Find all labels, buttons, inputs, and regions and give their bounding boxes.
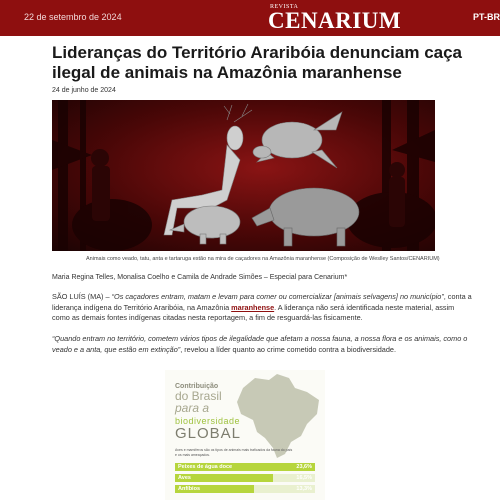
infographic-title-line: para a [175, 401, 210, 415]
site-logo[interactable]: REVISTA CENARIUM [268, 4, 401, 32]
article-paragraph-2: “Quando entram no território, cometem vá… [52, 334, 472, 355]
image-caption: Animais como veado, tatu, anta e tartaru… [86, 256, 440, 262]
article-hero-image [52, 100, 435, 251]
article-title: Lideranças do Território Araribóia denun… [52, 43, 463, 82]
infographic-bar-label: Anfíbios [178, 486, 200, 492]
infographic-bar-value: 13,3% [296, 486, 312, 492]
header-date: 22 de setembro de 2024 [24, 12, 122, 22]
infographic-title: Contribuição do Brasil para a biodiversi… [175, 383, 265, 441]
infographic-description: Aves e mamíferos são os tipos de animais… [175, 448, 293, 457]
infographic-bar: Peixes de água doce 23,6% [175, 463, 315, 471]
infographic-bar-label: Aves [178, 475, 191, 481]
biodiversity-infographic: Contribuição do Brasil para a biodiversi… [165, 370, 325, 500]
article-date: 24 de junho de 2024 [52, 87, 116, 94]
paragraph-dateline: SÃO LUÍS (MA) – [52, 292, 112, 301]
infographic-title-line: GLOBAL [175, 425, 242, 442]
animals-collage-illustration [52, 100, 435, 251]
paragraph-text: , revelou a líder quanto ao crime cometi… [180, 344, 396, 354]
infographic-bar-value: 23,6% [296, 464, 312, 470]
infographic-bar: Aves 16,5% [175, 474, 315, 482]
article-paragraph-1: SÃO LUÍS (MA) – “Os caçadores entram, ma… [52, 292, 472, 324]
site-header: 22 de setembro de 2024 REVISTA CENARIUM … [0, 0, 500, 36]
infographic-bar-label: Peixes de água doce [178, 464, 233, 470]
article-authors: Maria Regina Telles, Monalisa Coelho e C… [52, 274, 348, 281]
maranhense-link[interactable]: maranhense [231, 303, 274, 312]
logo-main-text: CENARIUM [268, 8, 402, 33]
infographic-bar: Anfíbios 13,3% [175, 485, 315, 493]
infographic-bar-value: 16,5% [296, 475, 312, 481]
paragraph-quote: “Os caçadores entram, matam e levam para… [111, 292, 444, 301]
language-selector[interactable]: PT-BR [473, 12, 500, 22]
